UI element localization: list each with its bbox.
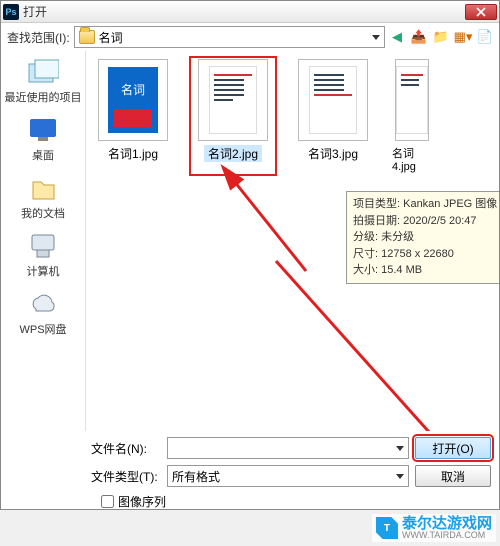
place-documents[interactable]: 我的文档 [21,173,65,221]
place-recent[interactable]: 最近使用的项目 [5,57,82,105]
file-item[interactable]: 名词4.jpg [392,59,432,173]
tooltip-dim: 尺寸: 12758 x 22680 [353,246,499,263]
file-name: 名词1.jpg [108,145,158,162]
filetype-value: 所有格式 [172,468,220,485]
watermark-url: WWW.TAIRDA.COM [402,531,492,540]
filename-input[interactable] [167,437,409,459]
window-title: 打开 [23,3,465,20]
tooltip-rating: 分级: 未分级 [353,229,499,246]
place-label: WPS网盘 [19,321,66,337]
filetype-combo[interactable]: 所有格式 [167,465,409,487]
tooltip-type: 项目类型: Kankan JPEG 图像 [353,196,499,213]
lookin-row: 查找范围(I): 名词 ◀ 📤 📁 ▦▾ 📄 [1,23,499,51]
documents-icon [29,174,57,202]
lookin-label: 查找范围(I): [7,29,70,46]
file-area[interactable]: 名词 名词1.jpg 名词2.jpg 名词3.jpg 名词4.jpg 项目类型: [86,51,499,431]
place-desktop[interactable]: 桌面 [26,115,60,163]
desktop-icon [28,117,58,143]
back-icon[interactable]: ◀ [389,29,405,45]
tooltip-date: 拍摄日期: 2020/2/5 20:47 [353,213,499,230]
place-label: 我的文档 [21,205,65,221]
file-tooltip: 项目类型: Kankan JPEG 图像 拍摄日期: 2020/2/5 20:4… [346,191,499,284]
thumb-icon [309,66,357,134]
lookin-combo[interactable]: 名词 [74,26,385,48]
lookin-value: 名词 [99,29,123,46]
place-wps[interactable]: WPS网盘 [19,289,66,337]
close-button[interactable] [465,4,497,20]
up-icon[interactable]: 📤 [411,29,427,45]
new-folder-icon[interactable]: 📁 [433,29,449,45]
file-list: 名词 名词1.jpg 名词2.jpg 名词3.jpg 名词4.jpg [92,59,493,173]
chevron-down-icon [396,446,404,451]
computer-icon [28,232,58,260]
bottom-panel: 文件名(N): 打开(O) 文件类型(T): 所有格式 取消 图像序列 [1,431,499,514]
folder-icon [79,30,95,44]
annotation-arrow-1 [206,161,326,281]
recent-icon [27,58,59,86]
image-sequence-label: 图像序列 [118,493,166,510]
file-item-selected[interactable]: 名词2.jpg [192,59,274,173]
tooltip-size: 大小: 15.4 MB [353,262,499,279]
file-item[interactable]: 名词 名词1.jpg [92,59,174,173]
place-computer[interactable]: 计算机 [26,231,60,279]
close-icon [476,7,486,17]
cloud-icon [28,291,58,317]
file-item[interactable]: 名词3.jpg [292,59,374,173]
thumb-icon [209,66,257,134]
open-dialog: Ps 打开 查找范围(I): 名词 ◀ 📤 📁 ▦▾ 📄 最近使用的项目 [0,0,500,510]
thumb-icon: 名词 [108,67,158,133]
image-sequence-checkbox[interactable] [101,495,114,508]
place-label: 桌面 [32,147,54,163]
nav-toolbar: ◀ 📤 📁 ▦▾ 📄 [389,29,493,45]
chevron-down-icon [396,474,404,479]
chevron-down-icon [372,35,380,40]
filename-label: 文件名(N): [91,440,161,457]
file-name: 名词2.jpg [204,145,262,162]
view-icon[interactable]: ▦▾ [455,29,471,45]
file-name: 名词4.jpg [392,145,432,173]
open-button[interactable]: 打开(O) [415,437,491,459]
place-label: 计算机 [27,263,60,279]
thumb-icon [396,66,428,134]
watermark-name: 泰尔达游戏网 [402,516,492,531]
app-icon: Ps [3,4,19,20]
cancel-button[interactable]: 取消 [415,465,491,487]
place-label: 最近使用的项目 [5,89,82,105]
main-area: 最近使用的项目 桌面 我的文档 计算机 WPS网盘 名词 [1,51,499,431]
places-bar: 最近使用的项目 桌面 我的文档 计算机 WPS网盘 [1,51,86,431]
extra-icon[interactable]: 📄 [477,29,493,45]
watermark-logo-icon: T [376,517,398,539]
titlebar: Ps 打开 [1,1,499,23]
watermark: T 泰尔达游戏网 WWW.TAIRDA.COM [372,514,496,542]
file-name: 名词3.jpg [308,145,358,162]
filetype-label: 文件类型(T): [91,468,161,485]
